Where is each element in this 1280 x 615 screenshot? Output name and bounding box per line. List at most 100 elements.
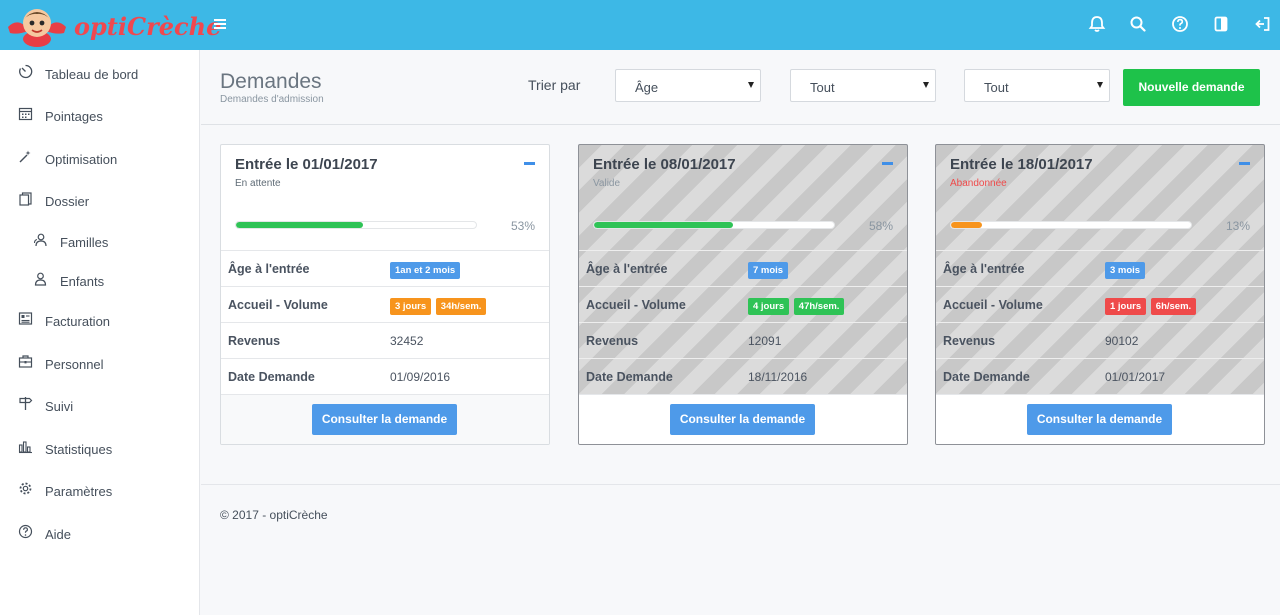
sidebar-item-dashboard[interactable]: Tableau de bord (0, 53, 200, 89)
sidebar-item-suivi[interactable]: Suivi (0, 385, 200, 421)
revenue-value: 12091 (748, 334, 782, 348)
row-label: Accueil - Volume (586, 298, 686, 312)
sort-age-select[interactable]: Âge (615, 69, 761, 102)
sidebar-item-enfants[interactable]: Enfants (0, 260, 200, 296)
card-title: Entrée le 08/01/2017 (593, 156, 736, 173)
table-row: Accueil - Volume 4 jours 47h/sem. (579, 286, 907, 322)
table-row: Âge à l'entrée 3 mois (936, 250, 1264, 286)
row-label: Date Demande (943, 370, 1030, 384)
sidebar-item-familles[interactable]: Familles (0, 221, 200, 257)
sidebar-item-aide[interactable]: Aide (0, 513, 200, 549)
row-label: Accueil - Volume (943, 298, 1043, 312)
card-footer: Consulter la demande (579, 394, 907, 444)
search-icon[interactable] (1128, 14, 1148, 34)
sidebar-item-label: Facturation (45, 314, 111, 329)
table-row: Âge à l'entrée 7 mois (579, 250, 907, 286)
revenue-value: 90102 (1105, 334, 1139, 348)
progress-fill (236, 222, 364, 228)
page-title: Demandes (220, 70, 322, 93)
hours-badge: 34h/sem. (435, 298, 487, 315)
sidebar-item-optimisation[interactable]: Optimisation (0, 138, 200, 174)
collapse-icon[interactable] (1239, 162, 1250, 165)
sort-label: Trier par (528, 77, 581, 93)
panel-icon[interactable] (1211, 14, 1231, 34)
card-status: Valide (593, 178, 621, 189)
folder-icon (19, 192, 32, 206)
bell-icon[interactable] (1087, 14, 1107, 34)
view-request-button[interactable]: Consulter la demande (312, 404, 457, 435)
sidebar-item-pointages[interactable]: Pointages (0, 95, 200, 131)
request-card: Entrée le 01/01/2017 En attente 53% Âge … (220, 144, 550, 445)
hours-badge: 6h/sem. (1150, 298, 1197, 315)
row-label: Âge à l'entrée (586, 262, 668, 276)
table-row: Date Demande 18/11/2016 (579, 358, 907, 394)
age-badge: 3 mois (1105, 262, 1146, 279)
sidebar-item-label: Aide (45, 527, 72, 542)
table-row: Revenus 32452 (221, 322, 549, 358)
card-status: En attente (235, 178, 281, 189)
sidebar: Tableau de bord Pointages Optimisation D… (0, 50, 200, 615)
sidebar-item-dossier[interactable]: Dossier (0, 180, 200, 216)
card-title: Entrée le 18/01/2017 (950, 156, 1093, 173)
menu-icon[interactable] (213, 17, 229, 31)
progress-bar (235, 221, 477, 229)
progress-fill (951, 222, 983, 228)
select-value: Tout (984, 80, 1009, 95)
age-badge: 7 mois (748, 262, 789, 279)
request-date-value: 01/01/2017 (1105, 370, 1166, 384)
sidebar-item-label: Suivi (45, 399, 74, 414)
row-label: Revenus (943, 334, 996, 348)
table-row: Date Demande 01/01/2017 (936, 358, 1264, 394)
sidebar-item-personnel[interactable]: Personnel (0, 343, 200, 379)
row-label: Âge à l'entrée (943, 262, 1025, 276)
table-row: Âge à l'entrée 1an et 2 mois (221, 250, 549, 286)
help-icon (18, 524, 33, 539)
caret-down-icon (748, 82, 754, 88)
app-logo[interactable]: optiCrèche (6, 5, 221, 47)
help-icon[interactable] (1170, 14, 1190, 34)
collapse-icon[interactable] (524, 162, 535, 165)
progress-bar (593, 221, 835, 229)
sidebar-item-label: Tableau de bord (45, 67, 139, 82)
sidebar-item-facturation[interactable]: Facturation (0, 300, 200, 336)
signpost-icon (19, 397, 33, 410)
page-footer: © 2017 - optiCrèche (201, 484, 1280, 615)
table-row: Date Demande 01/09/2016 (221, 358, 549, 394)
new-request-button[interactable]: Nouvelle demande (1123, 69, 1260, 106)
logout-icon[interactable] (1253, 14, 1273, 34)
filter-select-1[interactable]: Tout (790, 69, 936, 102)
days-badge: 4 jours (748, 298, 790, 315)
stats-icon (18, 441, 32, 454)
sidebar-item-statistiques[interactable]: Statistiques (0, 428, 200, 464)
sidebar-item-label: Enfants (60, 274, 105, 289)
sidebar-item-label: Personnel (45, 357, 104, 372)
progress-fill (594, 222, 734, 228)
view-request-button[interactable]: Consulter la demande (1027, 404, 1172, 435)
sidebar-item-parametres[interactable]: Paramètres (0, 470, 200, 506)
row-label: Accueil - Volume (228, 298, 328, 312)
collapse-icon[interactable] (882, 162, 893, 165)
select-value: Âge (635, 80, 659, 95)
copyright: © 2017 - optiCrèche (220, 508, 328, 522)
child-icon (34, 272, 47, 286)
row-label: Date Demande (228, 370, 315, 384)
row-label: Date Demande (586, 370, 673, 384)
filter-select-2[interactable]: Tout (964, 69, 1110, 102)
family-icon (33, 233, 47, 247)
table-row: Accueil - Volume 1 jours 6h/sem. (936, 286, 1264, 322)
progress-percent: 58% (868, 219, 893, 233)
sidebar-item-label: Dossier (45, 194, 90, 209)
row-label: Âge à l'entrée (228, 262, 310, 276)
dashboard-icon (19, 64, 33, 79)
card-details: Âge à l'entrée 3 mois Accueil - Volume 1… (936, 250, 1264, 394)
row-label: Revenus (228, 334, 281, 348)
staff-icon (18, 355, 33, 368)
view-request-button[interactable]: Consulter la demande (670, 404, 815, 435)
app-name: optiCrèche (74, 12, 222, 41)
request-date-value: 18/11/2016 (748, 370, 808, 384)
sidebar-item-label: Statistiques (45, 442, 113, 457)
caret-down-icon (923, 82, 929, 88)
select-value: Tout (810, 80, 835, 95)
card-status: Abandonnée (950, 178, 1007, 189)
sidebar-item-label: Pointages (45, 109, 103, 124)
